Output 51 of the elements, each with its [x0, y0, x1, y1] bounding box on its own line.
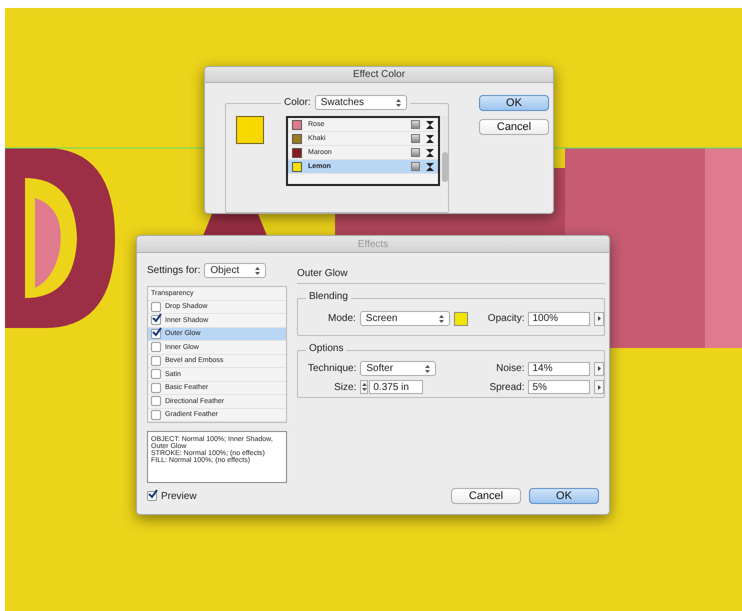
dialog-button[interactable]: OK — [479, 95, 549, 111]
spread-label: Spread: — [489, 382, 524, 392]
checkbox[interactable] — [151, 396, 161, 406]
size-field[interactable]: 0.375 in — [369, 380, 424, 394]
play-icon — [598, 384, 601, 390]
flyout-arrow-button[interactable] — [594, 362, 604, 376]
dialog-button[interactable]: OK — [529, 488, 599, 504]
dropdown-arrows-icon — [438, 314, 444, 322]
checkbox[interactable] — [151, 328, 161, 339]
dropdown-arrows-icon — [396, 98, 401, 106]
dropdown[interactable]: Object — [204, 263, 266, 278]
dropdown[interactable]: Softer — [360, 361, 436, 376]
dropdown-arrows-icon — [425, 364, 430, 372]
checkbox[interactable] — [151, 315, 161, 326]
glow-color-swatch[interactable] — [454, 312, 468, 326]
dropdown-arrows-icon — [362, 383, 367, 391]
checkbox[interactable] — [151, 356, 161, 366]
color-preview-swatch — [236, 116, 264, 144]
dialog-button[interactable]: Cancel — [479, 119, 549, 135]
checkbox[interactable] — [151, 410, 161, 420]
checkbox[interactable] — [151, 369, 161, 380]
size-stepper[interactable] — [360, 380, 368, 394]
size-label: Size: — [333, 382, 356, 392]
dropdown-arrows-icon — [255, 266, 260, 274]
group-title: Options — [306, 343, 346, 354]
dialog-title: Effects — [358, 238, 388, 250]
technique-label: Technique: — [308, 363, 356, 374]
preview-label: Preview — [161, 490, 197, 502]
flyout-arrow-button[interactable] — [594, 312, 604, 326]
mode-label: Mode: — [328, 313, 356, 324]
dropdown[interactable]: Swatches — [314, 95, 407, 110]
flyout-arrow-button[interactable] — [594, 380, 604, 394]
opacity-label: Opacity: — [488, 313, 524, 324]
section-title: Outer Glow — [297, 268, 348, 279]
checkbox[interactable] — [151, 302, 161, 312]
scrollbar[interactable] — [442, 116, 448, 182]
opacity-field[interactable]: 100% — [528, 312, 590, 326]
play-icon — [598, 316, 601, 321]
play-icon — [598, 366, 601, 371]
settings-for-label: Settings for: — [147, 265, 200, 276]
checkbox[interactable] — [147, 491, 157, 501]
dropdown[interactable]: Screen — [360, 311, 450, 326]
group-title: Blending — [306, 291, 351, 302]
checkbox[interactable] — [151, 382, 161, 393]
noise-field[interactable]: 14% — [528, 362, 590, 376]
color-label: Color: — [284, 97, 311, 108]
dialog-title: Effect Color — [352, 69, 406, 80]
noise-label: Noise: — [495, 363, 524, 374]
dialog-button[interactable]: Cancel — [451, 488, 521, 504]
spread-field[interactable]: 5% — [528, 380, 590, 394]
checkbox[interactable] — [151, 342, 161, 352]
